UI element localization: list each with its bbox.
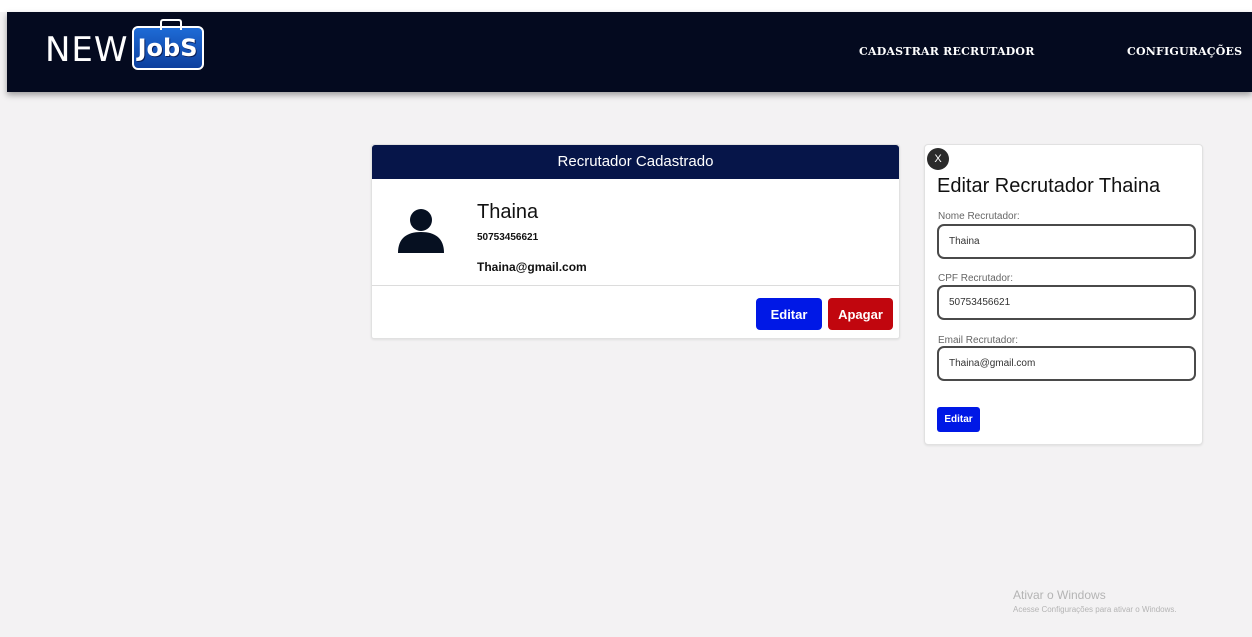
nav-link-configuracoes[interactable]: CONFIGURAÇÕES — [1127, 45, 1242, 58]
name-field[interactable] — [937, 224, 1196, 259]
recruiter-card: Recrutador Cadastrado Thaina 50753456621… — [371, 144, 900, 339]
close-button[interactable]: X — [927, 148, 949, 170]
recruiter-name: Thaina — [477, 201, 539, 223]
windows-activation-watermark: Ativar o Windows Acesse Configurações pa… — [1013, 588, 1177, 614]
delete-button[interactable]: Apagar — [828, 298, 893, 330]
navbar: NEW JobS CADASTRAR RECRUTADOR CONFIGURAÇ… — [7, 12, 1252, 92]
card-body: Thaina 50753456621 Thaina@gmail.com — [372, 179, 899, 286]
edit-recruiter-panel: X Editar Recrutador Thaina Nome Recrutad… — [924, 144, 1203, 445]
cpf-field-label: CPF Recrutador: — [938, 273, 1014, 284]
logo-jobs-badge: JobS — [131, 19, 204, 70]
watermark-line-2: Acesse Configurações para ativar o Windo… — [1013, 605, 1177, 614]
card-header: Recrutador Cadastrado — [372, 145, 899, 179]
page-background: NEW JobS CADASTRAR RECRUTADOR CONFIGURAÇ… — [0, 0, 1252, 637]
edit-button[interactable]: Editar — [756, 298, 822, 330]
user-icon — [398, 209, 444, 253]
watermark-line-1: Ativar o Windows — [1013, 588, 1106, 602]
edit-panel-title: Editar Recrutador Thaina — [937, 175, 1161, 197]
name-field-label: Nome Recrutador: — [938, 211, 1020, 222]
cpf-field[interactable] — [937, 285, 1196, 320]
top-band — [0, 0, 1252, 12]
nav-link-cadastrar-recrutador[interactable]: CADASTRAR RECRUTADOR — [859, 45, 1035, 58]
submit-edit-button[interactable]: Editar — [937, 407, 980, 432]
email-field[interactable] — [937, 346, 1196, 381]
email-field-label: Email Recrutador: — [938, 335, 1019, 346]
logo-jobs-text: JobS — [137, 34, 198, 62]
logo[interactable]: NEW JobS — [45, 19, 204, 76]
logo-new-text: NEW — [45, 30, 129, 70]
recruiter-email: Thaina@gmail.com — [477, 260, 587, 274]
recruiter-cpf: 50753456621 — [477, 232, 539, 243]
